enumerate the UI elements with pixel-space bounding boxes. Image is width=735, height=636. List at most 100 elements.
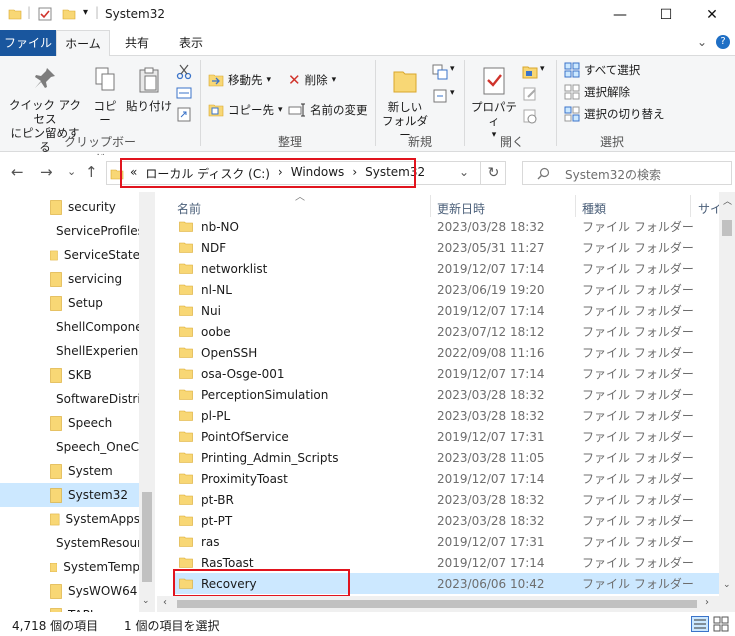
easy-access-dropdown-icon[interactable]: ▾ — [450, 88, 455, 98]
nav-pane-item[interactable]: ShellComponents — [0, 315, 140, 339]
forward-button[interactable]: → — [40, 163, 53, 181]
move-to-button[interactable]: 移動先 ▾ — [208, 70, 271, 90]
rename-button[interactable]: 名前の変更 — [288, 100, 368, 120]
nav-pane-item[interactable]: Speech_OneCore — [0, 435, 140, 459]
file-row[interactable]: ProximityToast 2019/12/07 17:14 ファイル フォルダー — [174, 468, 719, 489]
scroll-down-icon[interactable]: ⌄ — [142, 596, 150, 606]
file-row[interactable]: PointOfService 2019/12/07 17:31 ファイル フォルダー — [174, 426, 719, 447]
easy-access-icon[interactable] — [432, 88, 448, 104]
back-button[interactable]: ← — [11, 163, 24, 181]
file-row[interactable]: NDF 2023/05/31 11:27 ファイル フォルダー — [174, 237, 719, 258]
tab-file[interactable]: ファイル — [0, 30, 56, 56]
minimize-button[interactable]: — — [597, 0, 643, 30]
nav-pane-item[interactable]: TAPI — [0, 603, 140, 612]
file-row[interactable]: pl-PL 2023/03/28 18:32 ファイル フォルダー — [174, 405, 719, 426]
search-input[interactable]: System32の検索 — [522, 161, 732, 185]
copy-button[interactable]: コピー — [88, 66, 122, 127]
ribbon-collapse-icon[interactable]: ⌄ — [697, 35, 707, 49]
navigation-pane-scrollbar[interactable]: ⌄ — [139, 192, 155, 612]
scrollbar-thumb[interactable] — [722, 220, 732, 236]
tab-home[interactable]: ホーム — [56, 30, 110, 57]
open-icon[interactable] — [522, 64, 538, 80]
file-row[interactable]: Nui 2019/12/07 17:14 ファイル フォルダー — [174, 300, 719, 321]
invert-selection-button[interactable]: 選択の切り替え — [564, 104, 665, 124]
recent-locations-button[interactable]: ⌄ — [67, 165, 76, 178]
nav-pane-item[interactable]: Speech — [0, 411, 140, 435]
nav-pane-item[interactable]: Setup — [0, 291, 140, 315]
file-row[interactable]: Printing_Admin_Scripts 2023/03/28 11:05 ファ… — [174, 447, 719, 468]
item-count: 4,718 個の項目 — [12, 619, 99, 633]
refresh-button[interactable]: ↻ — [480, 161, 506, 185]
close-button[interactable]: ✕ — [689, 0, 735, 30]
new-item-icon[interactable] — [432, 64, 448, 80]
edit-icon[interactable] — [522, 86, 538, 102]
folder-icon — [179, 410, 193, 421]
nav-pane-item[interactable]: System32 — [0, 483, 140, 507]
copy-to-button[interactable]: コピー先 ▾ — [208, 100, 283, 120]
nav-pane-item[interactable]: servicing — [0, 267, 140, 291]
scroll-up-icon[interactable]: ︿ — [723, 194, 732, 207]
paste-shortcut-icon[interactable] — [176, 106, 192, 122]
properties-check-icon[interactable] — [38, 7, 52, 21]
scroll-left-icon[interactable]: ‹ — [163, 597, 167, 608]
file-row[interactable]: PerceptionSimulation 2023/03/28 18:32 ファイル… — [174, 384, 719, 405]
nav-pane-item[interactable]: SysWOW64 — [0, 579, 140, 603]
nav-pane-item[interactable]: ShellExperiences — [0, 339, 140, 363]
file-row[interactable]: ras 2019/12/07 17:31 ファイル フォルダー — [174, 531, 719, 552]
quick-access-dropdown-icon[interactable]: ▾ — [83, 7, 88, 18]
maximize-button[interactable]: ☐ — [643, 0, 689, 30]
column-type[interactable]: 種類 — [582, 200, 606, 217]
help-icon[interactable]: ? — [716, 35, 730, 49]
file-list-vertical-scrollbar[interactable]: ︿ ⌄ — [719, 192, 735, 596]
scroll-down-icon[interactable]: ⌄ — [723, 580, 731, 590]
paste-button[interactable]: 貼り付け — [126, 66, 172, 113]
select-all-button[interactable]: すべて選択 — [564, 60, 640, 80]
large-icons-view-icon[interactable] — [713, 616, 729, 632]
address-dropdown-button[interactable]: ⌄ — [459, 165, 469, 179]
column-separator[interactable] — [430, 195, 431, 217]
file-row[interactable]: networklist 2019/12/07 17:14 ファイル フォルダー — [174, 258, 719, 279]
file-row[interactable]: OpenSSH 2022/09/08 11:16 ファイル フォルダー — [174, 342, 719, 363]
nav-pane-item[interactable]: SoftwareDistribution — [0, 387, 140, 411]
nav-pane-item[interactable]: SKB — [0, 363, 140, 387]
history-icon[interactable] — [522, 108, 538, 124]
delete-button[interactable]: ✕ 削除 ▾ — [288, 70, 336, 90]
file-list-horizontal-scrollbar[interactable]: ‹ › — [157, 596, 735, 612]
column-date[interactable]: 更新日時 — [437, 200, 485, 217]
file-row[interactable]: pt-BR 2023/03/28 18:32 ファイル フォルダー — [174, 489, 719, 510]
file-row[interactable]: pt-PT 2023/03/28 18:32 ファイル フォルダー — [174, 510, 719, 531]
nav-pane-item-label: System32 — [68, 488, 129, 502]
tab-share[interactable]: 共有 — [110, 30, 164, 56]
column-separator[interactable] — [575, 195, 576, 217]
file-row[interactable]: osa-Osge-001 2019/12/07 17:14 ファイル フォルダー — [174, 363, 719, 384]
nav-pane-item[interactable]: security — [0, 195, 140, 219]
file-row[interactable]: oobe 2023/07/12 18:12 ファイル フォルダー — [174, 321, 719, 342]
copy-path-icon[interactable] — [176, 86, 192, 100]
nav-pane-item[interactable]: System — [0, 459, 140, 483]
properties-button[interactable]: プロパティ ▾ — [468, 66, 520, 142]
nav-pane-item[interactable]: SystemResources — [0, 531, 140, 555]
details-view-icon[interactable] — [691, 616, 709, 632]
column-name[interactable]: 名前 — [177, 200, 201, 217]
new-folder-button[interactable]: 新しい フォルダー — [380, 66, 430, 142]
file-row[interactable]: nb-NO 2023/03/28 18:32 ファイル フォルダー — [174, 216, 719, 237]
new-folder-icon[interactable] — [62, 7, 76, 21]
scroll-right-icon[interactable]: › — [705, 597, 709, 608]
nav-pane-item[interactable]: ServiceState — [0, 243, 140, 267]
select-none-button[interactable]: 選択解除 — [564, 82, 630, 102]
tab-view[interactable]: 表示 — [164, 30, 218, 56]
up-button[interactable]: ↑ — [85, 163, 98, 181]
file-type: ファイル フォルダー — [582, 535, 694, 549]
nav-pane-item[interactable]: ServiceProfiles — [0, 219, 140, 243]
nav-pane-item[interactable]: SystemApps — [0, 507, 140, 531]
nav-pane-item[interactable]: SystemTemp — [0, 555, 140, 579]
cut-icon[interactable] — [176, 64, 192, 80]
new-item-dropdown-icon[interactable]: ▾ — [450, 64, 455, 74]
copy-icon — [95, 67, 115, 91]
column-separator[interactable] — [690, 195, 691, 217]
file-row[interactable]: nl-NL 2023/06/19 19:20 ファイル フォルダー — [174, 279, 719, 300]
folder-icon — [179, 515, 193, 526]
scrollbar-thumb[interactable] — [177, 600, 697, 608]
scrollbar-thumb[interactable] — [142, 492, 152, 582]
open-dropdown-icon[interactable]: ▾ — [540, 64, 545, 74]
